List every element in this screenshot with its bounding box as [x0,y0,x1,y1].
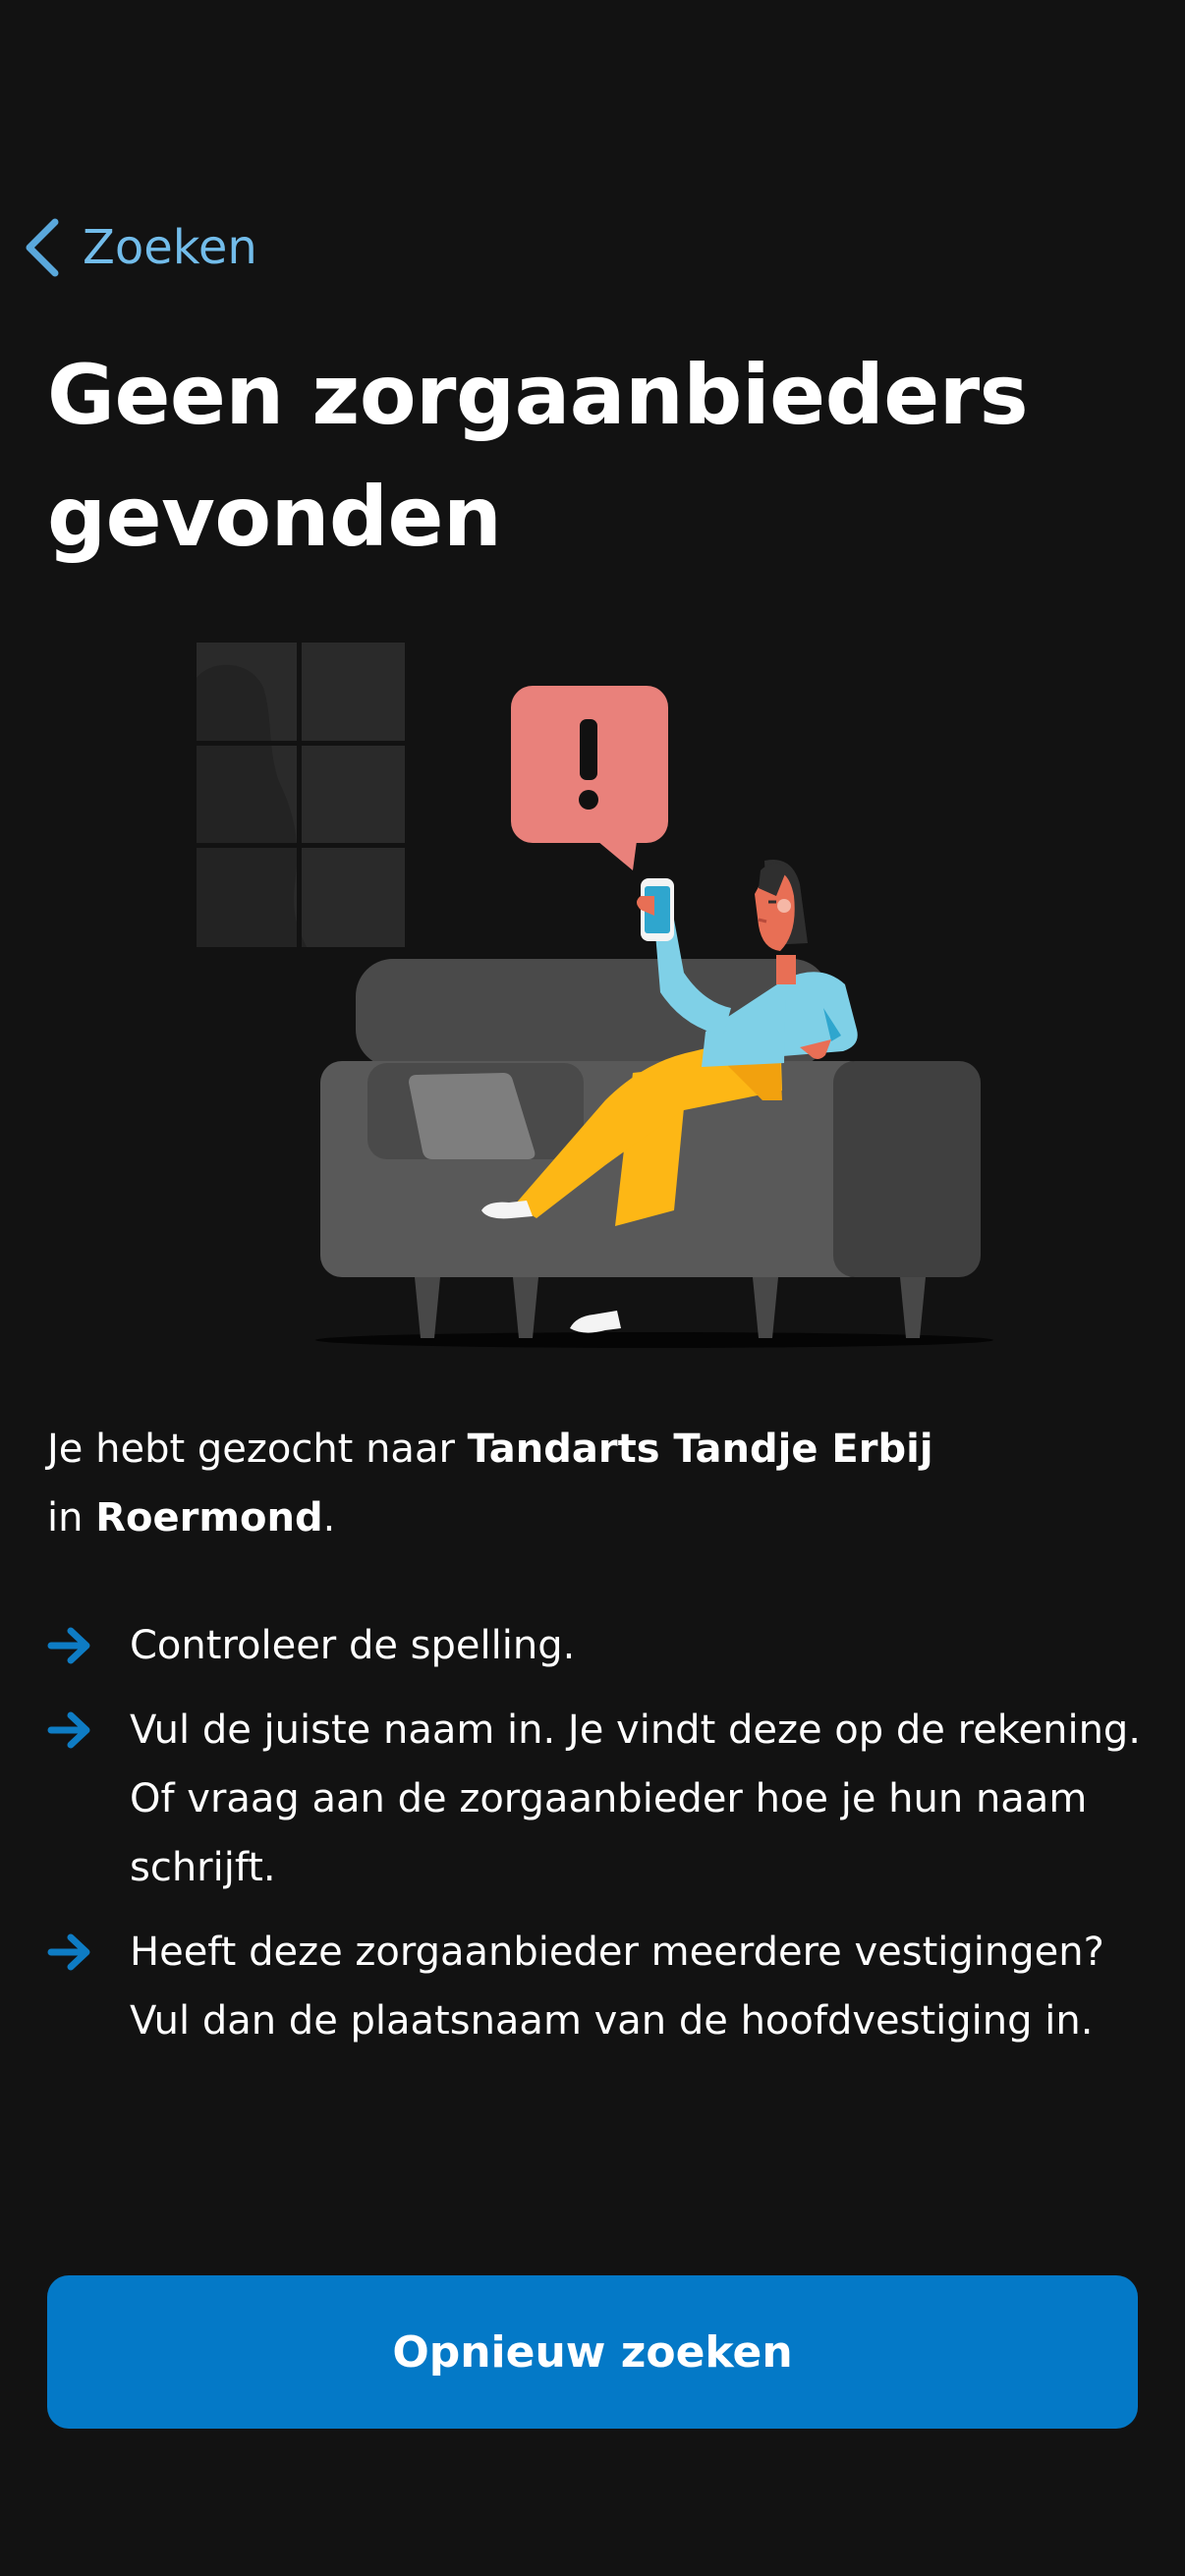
tip-item: Controleer de spelling. [47,1611,1148,1680]
tip-item: Vul de juiste naam in. Je vindt deze op … [47,1696,1148,1902]
window-illustration [197,643,405,947]
searched-provider: Tandarts Tandje Erbij [467,1427,933,1472]
search-summary: Je hebt gezocht naar Tandarts Tandje Erb… [47,1415,1128,1552]
back-button[interactable]: Zoeken [22,208,257,287]
tip-text: Controleer de spelling. [130,1623,576,1668]
back-label: Zoeken [83,220,257,275]
tip-text: Vul de juiste naam in. Je vindt deze op … [130,1708,1142,1890]
arrow-right-icon [47,1918,130,1987]
tips-list: Controleer de spelling. Vul de juiste na… [47,1611,1148,2071]
arrow-right-icon [47,1611,130,1680]
searched-location: Roermond [95,1495,323,1540]
tip-text: Heeft deze zorgaanbieder meerdere vestig… [130,1930,1104,2044]
tip-item: Heeft deze zorgaanbieder meerdere vestig… [47,1918,1148,2055]
page-title: Geen zorgaanbieders gevonden [47,347,1029,565]
search-suffix: . [322,1495,336,1540]
alert-bubble-illustration [511,686,668,870]
search-again-button[interactable]: Opnieuw zoeken [47,2275,1138,2429]
empty-state-illustration [197,643,993,1348]
search-in-word: in [47,1495,84,1540]
arrow-right-icon [47,1696,130,1764]
chevron-left-icon [26,218,59,277]
search-prefix: Je hebt gezocht naar [47,1427,455,1472]
